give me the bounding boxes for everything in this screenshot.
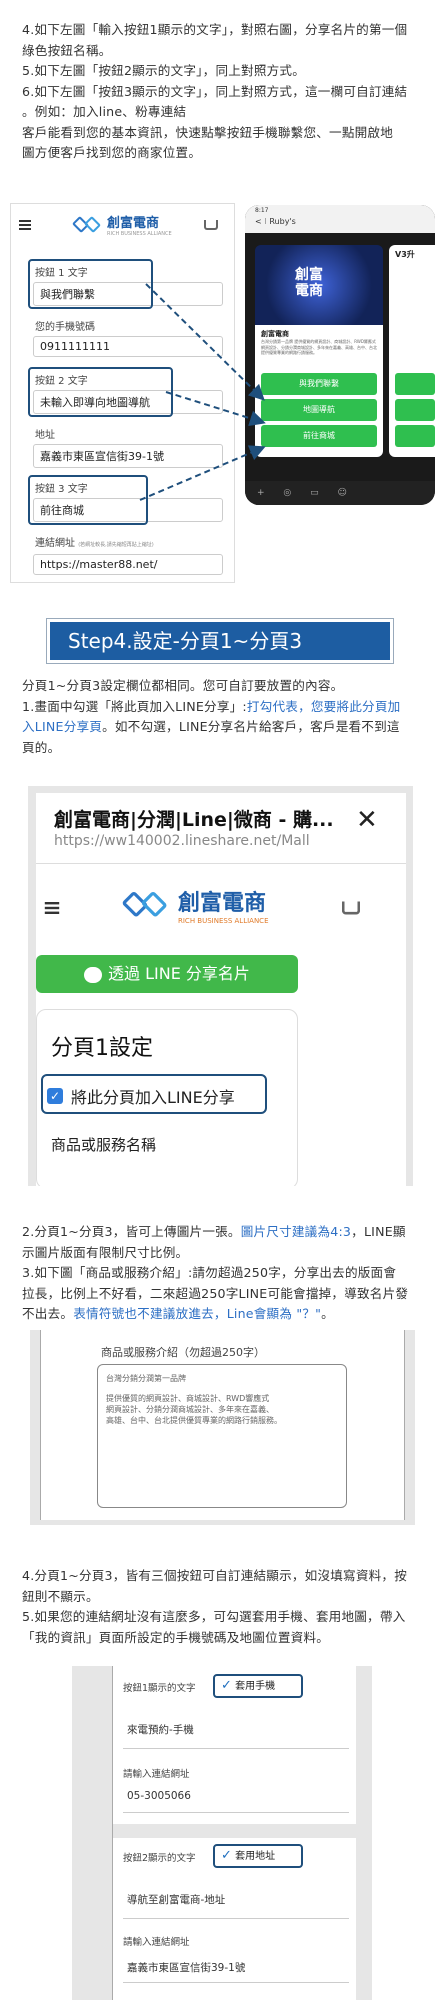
step4-line: 頁的。 — [22, 739, 61, 755]
close-icon[interactable]: ✕ — [356, 805, 378, 835]
url2-input[interactable]: 嘉義市東區宣信街39-1號 — [127, 1960, 245, 1975]
intro-line: 。例如：加入line、粉專連結 — [22, 104, 187, 119]
divider — [123, 1918, 349, 1919]
step4-heading: Step4.設定-分頁1~分頁3 — [50, 622, 390, 660]
mid-highlight: 圖片尺寸建議為4:3 — [240, 1224, 352, 1239]
intro-text-line: 高雄、台中、台北提供優質專業的網路行銷服務。 — [106, 1416, 282, 1425]
intro-text-line: 提供優質的網頁設計、商城設計、RWD響應式 — [106, 1394, 270, 1403]
field-label: 商品或服務名稱 — [51, 1136, 157, 1154]
highlight-checkbox — [41, 1074, 267, 1114]
url-input[interactable]: https://master88.net/ — [33, 554, 223, 575]
step4-highlight: 打勾代表，您要將此分頁加 — [246, 698, 401, 714]
mid-text: 。 — [321, 1306, 334, 1321]
button2-input[interactable]: 導航至創富電商-地址 — [127, 1892, 225, 1907]
intro-text-line: 網頁設計、分銷分潤商城設計、多年來在嘉義、 — [106, 1405, 274, 1414]
intro-line: 客戶能看到您的基本資訊，快速點擊按鈕手機聯繫您、一點開啟地 — [22, 124, 394, 140]
apply-address-checkbox[interactable]: ✓ 套用地址 — [213, 1844, 303, 1868]
checkmark-icon: ✓ — [221, 1848, 232, 1863]
menu-icon[interactable] — [44, 900, 60, 917]
button1-label: 按鈕1顯示的文字 — [123, 1683, 196, 1694]
button2-label: 按鈕2顯示的文字 — [123, 1853, 196, 1864]
links-screenshot: 按鈕1顯示的文字 ✓ 套用手機 來電預約-手機 請輸入連結網址 05-30050… — [112, 1666, 357, 2000]
divider — [123, 1812, 349, 1813]
bottom-paragraph: 4.分頁1~分頁3，皆有三個按鈕可自訂連結顯示，如沒填寫資料，按 鈕則不顯示。 … — [22, 1566, 432, 1648]
apply-phone-label: 套用手機 — [235, 1681, 276, 1692]
step4-line: 1.畫面中勾選「將此頁加入LINE分享」:打勾代表，您要將此分頁加 — [22, 697, 432, 718]
mid-text: 2.分頁1~分頁3，皆可上傳圖片一張。 — [22, 1224, 241, 1239]
cart-icon[interactable] — [341, 901, 361, 915]
arrow-1 — [145, 283, 265, 401]
intro-line: 4.如下左圖「輸入按鈕1顯示的文字」，對照右圖，分享名片的第一個 — [22, 22, 408, 37]
intro-line: 5.如下左圖「按鈕2顯示的文字」，同上對照方式。 — [22, 63, 305, 78]
url-label: 連結網址 — [35, 538, 75, 549]
intro-screenshot: 商品或服務介紹（勿超過250字） 台灣分銷分潤第一品牌 提供優質的網頁設計、商城… — [40, 1330, 405, 1520]
url2-label: 請輸入連結網址 — [123, 1937, 190, 1948]
step4-paragraph: 分頁1~分頁3設定欄位都相同。您可自訂要放置的內容。 1.畫面中勾選「將此頁加入… — [22, 676, 432, 758]
intro-text-block: 提供優質的網頁設計、商城設計、RWD響應式 網頁設計、分銷分潤商城設計、多年來在… — [106, 1393, 282, 1426]
mid-line: 示圖片版面有限制尺寸比例。 — [22, 1244, 189, 1260]
section-title: 分頁1設定 — [51, 1036, 153, 1061]
mid-line: 3.如下圖「商品或服務介紹」:請勿超過250字，分享出去的版面會 — [22, 1265, 397, 1280]
mid-line: 2.分頁1~分頁3，皆可上傳圖片一張。圖片尺寸建議為4:3，LINE顯 — [22, 1222, 432, 1243]
browser-title: 創富電商|分潤|Line|微商 - 購... — [54, 809, 334, 831]
connector-arrows — [139, 283, 266, 501]
mid-text: ，LINE顯 — [351, 1224, 406, 1239]
mid-line: 拉長，比例上不好看，二來超過250字LINE可能會擋掉，導致名片發 — [22, 1285, 409, 1301]
bottom-line: 「我的資訊」頁面所設定的手機號碼及地圖位置資料。 — [22, 1629, 330, 1645]
url-hint: (若網址較長,請先縮短再貼上縮址) — [78, 542, 154, 548]
intro-textarea[interactable]: 台灣分銷分潤第一品牌 提供優質的網頁設計、商城設計、RWD響應式 網頁設計、分銷… — [97, 1364, 347, 1508]
divider — [123, 1748, 349, 1749]
page-settings-card: 分頁1設定 ✓ 將此分頁加入LINE分享 商品或服務名稱 — [36, 1009, 298, 1186]
step4-highlight: 入LINE分享頁 — [22, 719, 103, 734]
step4-text: 。如不勾選，LINE分享名片給客戶，客戶是看不到這 — [102, 719, 400, 734]
intro-label: 商品或服務介紹（勿超過250字） — [101, 1346, 265, 1359]
bottom-line: 4.分頁1~分頁3，皆有三個按鈕可自訂連結顯示，如沒填寫資料，按 — [22, 1568, 408, 1583]
intro-line: 6.如下左圖「按鈕3顯示的文字」，同上對照方式，這一欄可自訂連結 — [22, 83, 408, 99]
arrow-2 — [165, 391, 266, 427]
browser-screenshot: 創富電商|分潤|Line|微商 - 購... https://ww140002.… — [36, 793, 406, 1186]
brand-logo: 創富電商 RICH BUSINESS ALLIANCE — [121, 885, 269, 925]
browser-url: https://ww140002.lineshare.net/Mall — [54, 833, 310, 849]
logo-icon — [121, 890, 171, 918]
intro-text-line: 台灣分銷分潤第一品牌 — [106, 1374, 186, 1383]
url1-label: 請輸入連結網址 — [123, 1769, 190, 1780]
step4-line: 入LINE分享頁。如不勾選，LINE分享名片給客戶，客戶是看不到這 — [22, 717, 432, 738]
intro-line: 圖方便客戶找到您的商家位置。 — [22, 145, 202, 160]
checkmark-icon: ✓ — [221, 1678, 232, 1693]
url-label-row: 連結網址 (若網址較長,請先縮短再貼上縮址) — [35, 534, 154, 549]
url1-input[interactable]: 05-3005066 — [127, 1790, 191, 1802]
apply-address-label: 套用地址 — [235, 1851, 276, 1862]
button1-input[interactable]: 來電預約-手機 — [127, 1722, 194, 1737]
apply-phone-checkbox[interactable]: ✓ 套用手機 — [213, 1674, 303, 1698]
divider — [123, 1982, 349, 1983]
intro-line: 綠色按鈕名稱。 — [22, 42, 112, 58]
line-icon — [84, 966, 103, 983]
brand-name: 創富電商 — [178, 891, 267, 916]
mid-paragraph: 2.分頁1~分頁3，皆可上傳圖片一張。圖片尺寸建議為4:3，LINE顯 示圖片版… — [22, 1222, 432, 1325]
share-button-label: 透過 LINE 分享名片 — [108, 964, 250, 983]
step4-text: 1.畫面中勾選「將此頁加入LINE分享」: — [22, 698, 247, 714]
brand-subtitle: RICH BUSINESS ALLIANCE — [178, 917, 269, 925]
section-gap — [113, 1824, 357, 1838]
intro-paragraph: 4.如下左圖「輸入按鈕1顯示的文字」，對照右圖，分享名片的第一個 綠色按鈕名稱。… — [22, 20, 432, 164]
bottom-line: 鈕則不顯示。 — [22, 1588, 99, 1604]
arrow-3 — [139, 445, 266, 501]
mid-text: 不出去。 — [22, 1306, 74, 1321]
line-share-button[interactable]: 透過 LINE 分享名片 — [36, 955, 298, 993]
mid-highlight: 表情符號也不建議放進去，Line會顯為 "？" — [73, 1306, 322, 1321]
step4-line: 分頁1~分頁3設定欄位都相同。您可自訂要放置的內容。 — [22, 678, 344, 693]
bottom-line: 5.如果您的連結網址沒有這麼多，可勾選套用手機、套用地圖，帶入 — [22, 1609, 406, 1624]
mid-line: 不出去。表情符號也不建議放進去，Line會顯為 "？"。 — [22, 1304, 432, 1325]
divider — [36, 863, 406, 864]
